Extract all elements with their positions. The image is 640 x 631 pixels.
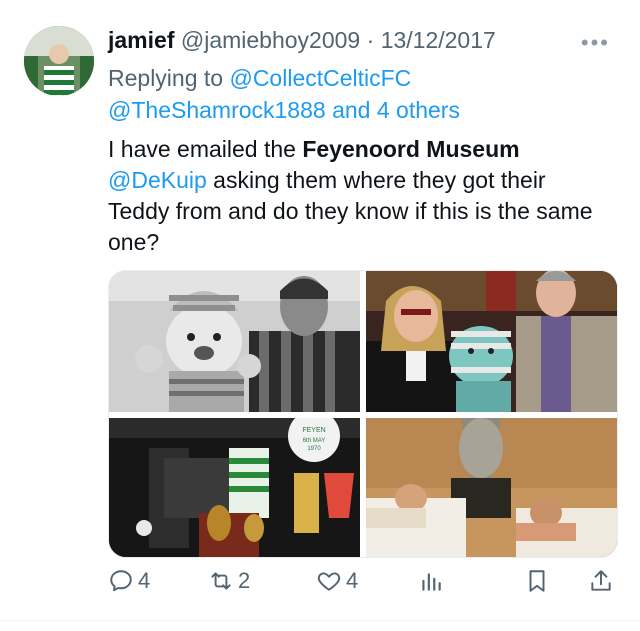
reply-button[interactable]: 4 [108, 568, 150, 594]
photo-2-teddy-with-couple[interactable] [366, 271, 617, 412]
tweet-date[interactable]: 13/12/2017 [381, 27, 496, 53]
mention-dekuip[interactable]: @DeKuip [108, 167, 207, 193]
views-button[interactable] [418, 568, 448, 594]
mention-collectcelticfc[interactable]: @CollectCelticFC [229, 65, 411, 91]
like-count: 4 [346, 568, 359, 593]
tweet-text-part1: I have emailed the [108, 136, 303, 162]
tweet-header: jamief @jamiebhoy2009 · 13/12/2017 [108, 26, 496, 54]
svg-text:6th MAY: 6th MAY [303, 438, 326, 444]
retweet-button[interactable]: 2 [208, 568, 250, 594]
reply-icon [110, 570, 132, 592]
reply-count: 4 [138, 568, 151, 593]
heart-icon [317, 572, 341, 591]
tweet-text-bold: Feyenoord Museum [302, 136, 520, 162]
replying-to-line-2: @TheShamrock1888 and 4 others [108, 94, 460, 126]
bottom-divider [0, 620, 640, 621]
bookmark-icon [529, 570, 545, 592]
svg-text:FEYEN: FEYEN [302, 427, 325, 434]
handle[interactable]: @jamiebhoy2009 [181, 27, 360, 53]
replying-to-line: Replying to @CollectCelticFC [108, 62, 411, 94]
retweet-count: 2 [238, 568, 251, 593]
share-icon [591, 570, 611, 591]
svg-text:1970: 1970 [307, 446, 321, 452]
photo-1-teddy-with-player[interactable] [109, 271, 360, 412]
share-button[interactable] [588, 568, 618, 594]
action-bar: 4 2 4 [108, 568, 616, 604]
photo-4-players-in-bed[interactable] [366, 418, 617, 557]
separator-dot: · [366, 27, 375, 53]
replying-prefix: Replying to [108, 65, 224, 91]
retweet-icon [211, 572, 231, 590]
avatar[interactable] [24, 26, 94, 96]
bookmark-button[interactable] [524, 568, 554, 594]
more-options-icon[interactable]: ••• [581, 30, 610, 56]
mention-theshamrock1888[interactable]: @TheShamrock1888 [108, 97, 326, 123]
tweet-text: I have emailed the Feyenoord Museum @DeKu… [108, 134, 608, 258]
replying-others-link[interactable]: and 4 others [332, 97, 460, 123]
display-name[interactable]: jamief [108, 27, 174, 53]
like-button[interactable]: 4 [316, 568, 358, 594]
analytics-icon [422, 573, 441, 591]
media-grid: FEYEN 6th MAY 1970 [108, 270, 618, 558]
photo-3-museum-display[interactable]: FEYEN 6th MAY 1970 [109, 418, 360, 557]
